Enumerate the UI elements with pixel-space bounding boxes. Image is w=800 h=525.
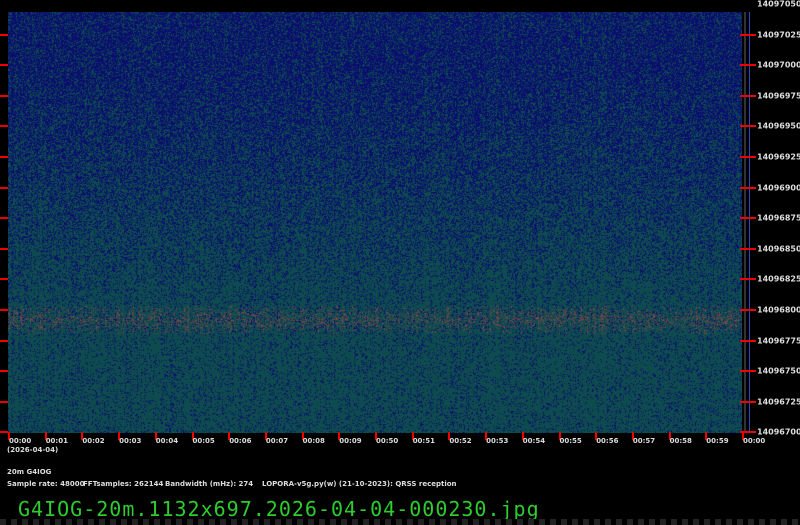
y-tick-label: 14096800	[757, 305, 800, 315]
x-tick-label: 00:03	[119, 437, 142, 445]
x-tick-label: 00:06	[229, 437, 252, 445]
y-tick	[0, 33, 8, 36]
y-tick-label: 14096850	[757, 244, 800, 254]
x-tick-label: 00:54	[522, 437, 546, 445]
y-tick-label: 14096975	[757, 91, 800, 101]
y-tick	[740, 370, 756, 373]
x-tick-label: 00:58	[669, 437, 692, 445]
sample-rate: Sample rate: 48000	[7, 480, 85, 488]
x-tick-label: 00:01	[45, 437, 68, 445]
x-tick-label: 00:55	[559, 437, 582, 445]
y-tick	[740, 309, 756, 311]
x-tick-label: 00:09	[339, 437, 362, 445]
y-tick-label: 14096950	[757, 121, 800, 131]
y-tick-label: 14096875	[757, 213, 800, 223]
spectrogram	[8, 12, 742, 433]
y-tick-label: 14097050	[757, 0, 800, 9]
x-tick-label: 00:56	[596, 437, 619, 445]
filename: G4IOG-20m.1132x697.2026-04-04-000230.jpg	[18, 497, 540, 521]
x-tick-label: 00:05	[192, 437, 215, 445]
y-tick-label: 14096700	[757, 427, 800, 437]
y-tick	[740, 217, 756, 220]
y-tick	[740, 125, 756, 128]
y-tick	[0, 217, 8, 220]
x-tick-label: 00:02	[82, 437, 105, 445]
x-tick-label: 00:57	[632, 437, 656, 445]
bandwidth: Bandwidth (mHz): 274	[165, 480, 254, 488]
y-tick-label: 14096775	[757, 336, 800, 346]
x-tick-label: 00:07	[265, 437, 289, 445]
y-tick-label: 14097025	[757, 30, 800, 40]
y-tick-label: 14096900	[757, 183, 800, 193]
y-tick-label: 14096825	[757, 274, 800, 284]
y-tick	[0, 400, 8, 403]
y-tick	[0, 94, 8, 97]
x-tick-label: 00:04	[155, 437, 179, 445]
y-tick	[740, 94, 756, 97]
y-tick-label: 14096925	[757, 152, 800, 162]
x-tick-label: 00:52	[449, 437, 472, 445]
y-tick	[740, 278, 756, 281]
x-tick-label: 00:59	[706, 437, 729, 445]
bottom-strip	[0, 519, 800, 525]
y-tick-label: 14097000	[757, 60, 800, 70]
y-tick	[740, 400, 756, 403]
software-label: LOPORA-v5g.py(w) (21-10-2023): QRSS rece…	[262, 480, 457, 488]
y-tick	[0, 125, 8, 128]
station-label: 20m G4IOG	[7, 468, 52, 476]
y-tick-label: 14096725	[757, 397, 800, 407]
x-tick-label: 00:00	[743, 437, 766, 445]
y-tick	[740, 339, 756, 342]
y-tick	[740, 33, 756, 36]
x-tick-label: 00:50	[376, 437, 399, 445]
x-tick-label: 00:00	[9, 437, 32, 445]
y-tick	[0, 247, 8, 250]
x-tick-label: 00:51	[412, 437, 435, 445]
y-tick	[0, 64, 8, 67]
y-tick	[740, 64, 756, 67]
y-tick	[0, 278, 8, 281]
fft-samples: FFTsamples: 262144	[83, 480, 164, 488]
y-tick	[740, 156, 756, 158]
y-tick	[740, 247, 756, 250]
y-tick	[0, 309, 8, 311]
x-tick-label: 00:08	[302, 437, 325, 445]
x-tick-label: 00:53	[486, 437, 509, 445]
y-tick	[740, 186, 756, 189]
y-tick	[0, 156, 8, 158]
y-tick	[0, 431, 8, 434]
y-tick	[0, 186, 8, 189]
y-tick	[0, 339, 8, 342]
y-tick	[0, 370, 8, 373]
y-tick-label: 14096750	[757, 366, 800, 376]
date-label: (2026-04-04)	[7, 446, 59, 454]
